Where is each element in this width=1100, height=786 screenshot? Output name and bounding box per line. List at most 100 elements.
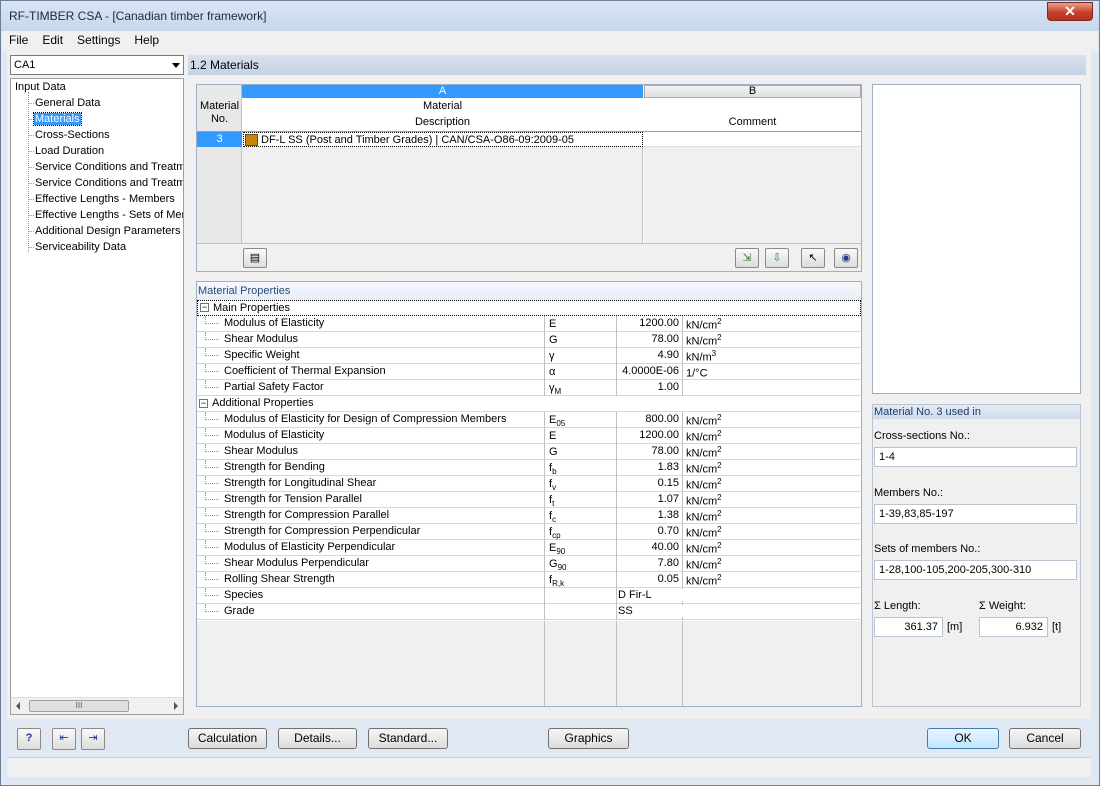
help-icon[interactable]: ? [17,728,41,750]
tree-root[interactable]: Input Data [15,81,66,93]
property-row[interactable]: Grade SS [197,604,861,620]
property-name: Strength for Longitudinal Shear [224,477,377,489]
tree-item-service-conditions-1[interactable]: Service Conditions and Treatme [35,161,183,173]
chevron-down-icon[interactable] [172,63,180,68]
property-value[interactable]: 4.90 [618,349,679,361]
property-row[interactable]: Strength for Bending fb 1.83 kN/cm2 [197,460,861,476]
property-value[interactable]: 1.38 [618,509,679,521]
forward-icon[interactable]: ⇥ [81,728,105,750]
property-value[interactable]: 40.00 [618,541,679,553]
property-row[interactable]: Strength for Longitudinal Shear fv 0.15 kN/… [197,476,861,492]
divider [616,524,617,540]
property-value[interactable]: 1200.00 [618,429,679,441]
tree-item-load-duration[interactable]: Load Duration [35,145,104,157]
property-symbol: fv [549,478,557,493]
property-value[interactable]: 800.00 [618,413,679,425]
material-row-description[interactable]: DF-L SS (Post and Timber Grades) | CAN/C… [243,132,643,147]
menu-help[interactable]: Help [127,31,166,47]
menu-settings[interactable]: Settings [70,31,127,47]
property-name: Grade [224,605,255,617]
tree-item-additional-design[interactable]: Additional Design Parameters [35,225,181,237]
calculation-button[interactable]: Calculation [188,728,267,749]
cancel-button[interactable]: Cancel [1009,728,1081,749]
view-icon[interactable]: ◉ [834,248,858,268]
back-icon[interactable]: ⇤ [52,728,76,750]
tree-item-service-conditions-2[interactable]: Service Conditions and Treatme [35,177,183,189]
menu-edit[interactable]: Edit [35,31,70,47]
scroll-right-icon[interactable] [174,702,178,710]
property-row[interactable]: Partial Safety Factor γM 1.00 [197,380,861,396]
tree-item-effective-lengths-members[interactable]: Effective Lengths - Members [35,193,175,205]
divider [544,492,545,508]
tree-item-effective-lengths-sets[interactable]: Effective Lengths - Sets of Mer [35,209,183,221]
close-button[interactable]: ✕ [1047,2,1093,21]
col-a-header[interactable]: A [242,85,643,98]
material-row-no[interactable]: 3 [197,132,242,147]
property-value[interactable]: 1.00 [618,381,679,393]
property-value[interactable]: SS [618,605,858,617]
scroll-left-icon[interactable] [16,702,20,710]
property-value[interactable]: 0.05 [618,573,679,585]
import-icon[interactable]: ⇲ [735,248,759,268]
property-value[interactable]: 4.0000E-06 [618,365,679,377]
property-value[interactable]: 78.00 [618,333,679,345]
property-row[interactable]: Species D Fir-L [197,588,861,604]
scroll-thumb[interactable]: III [29,700,129,712]
property-unit: kN/cm2 [686,509,722,524]
property-row[interactable]: Modulus of Elasticity Perpendicular E90 40… [197,540,861,556]
property-value[interactable]: 1200.00 [618,317,679,329]
load-case-select[interactable]: CA1 [10,55,184,75]
property-row[interactable]: Specific Weight γ 4.90 kN/m3 [197,348,861,364]
divider [682,476,683,492]
tree-line [28,215,34,216]
tree-line [28,183,34,184]
property-row[interactable]: Modulus of Elasticity E 1200.00 kN/cm2 [197,316,861,332]
tree-line [28,167,34,168]
property-name: Strength for Compression Parallel [224,509,390,521]
standard-button[interactable]: Standard... [368,728,448,749]
tree-item-serviceability[interactable]: Serviceability Data [35,241,126,253]
property-row[interactable]: Shear Modulus G 78.00 kN/cm2 [197,332,861,348]
graphics-button[interactable]: Graphics [548,728,629,749]
divider [544,540,545,556]
ok-button[interactable]: OK [927,728,999,749]
property-value[interactable]: D Fir-L [618,589,858,601]
material-table: A B Material No. Material Description Co… [196,84,862,272]
property-row[interactable]: Modulus of Elasticity for Design of Comp… [197,412,861,428]
main-group-label: Main Properties [213,302,291,314]
col-b-header[interactable]: B [644,85,861,98]
property-value[interactable]: 0.15 [618,477,679,489]
details-button[interactable]: Details... [278,728,357,749]
property-row[interactable]: Strength for Compression Parallel fc 1.38 k… [197,508,861,524]
status-bar [7,757,1091,777]
main-properties-group[interactable]: − Main Properties [197,300,861,316]
divider [544,621,545,706]
pick-icon[interactable]: ↖ [801,248,825,268]
menu-file[interactable]: File [2,31,35,47]
tree-line [28,103,34,104]
property-value[interactable]: 0.70 [618,525,679,537]
property-row[interactable]: Rolling Shear Strength fR,k 0.05 kN/cm2 [197,572,861,588]
additional-properties-group[interactable]: − Additional Properties [197,396,861,412]
tree-item-general-data[interactable]: General Data [35,97,100,109]
collapse-icon[interactable]: − [199,399,208,408]
property-value[interactable]: 7.80 [618,557,679,569]
property-row[interactable]: Strength for Compression Perpendicular fc… [197,524,861,540]
property-row[interactable]: Shear Modulus Perpendicular G90 7.80 kN/cm2 [197,556,861,572]
property-row[interactable]: Modulus of Elasticity E 1200.00 kN/cm2 [197,428,861,444]
property-value[interactable]: 78.00 [618,445,679,457]
title-bar[interactable]: RF-TIMBER CSA - [Canadian timber framewo… [1,1,1099,31]
property-row[interactable]: Shear Modulus G 78.00 kN/cm2 [197,444,861,460]
property-value[interactable]: 1.07 [618,493,679,505]
tree-item-cross-sections[interactable]: Cross-Sections [35,129,110,141]
tree-item-materials[interactable]: Materials [33,112,82,126]
tree-hscrollbar[interactable]: III [11,697,183,714]
library-icon[interactable]: ▤ [243,248,267,268]
material-row-comment[interactable] [644,132,861,147]
collapse-icon[interactable]: − [200,303,209,312]
tree-line [28,199,34,200]
property-value[interactable]: 1.83 [618,461,679,473]
property-row[interactable]: Strength for Tension Parallel ft 1.07 kN/cm… [197,492,861,508]
export-icon[interactable]: ⇩ [765,248,789,268]
property-row[interactable]: Coefficient of Thermal Expansion α 4.0000E… [197,364,861,380]
